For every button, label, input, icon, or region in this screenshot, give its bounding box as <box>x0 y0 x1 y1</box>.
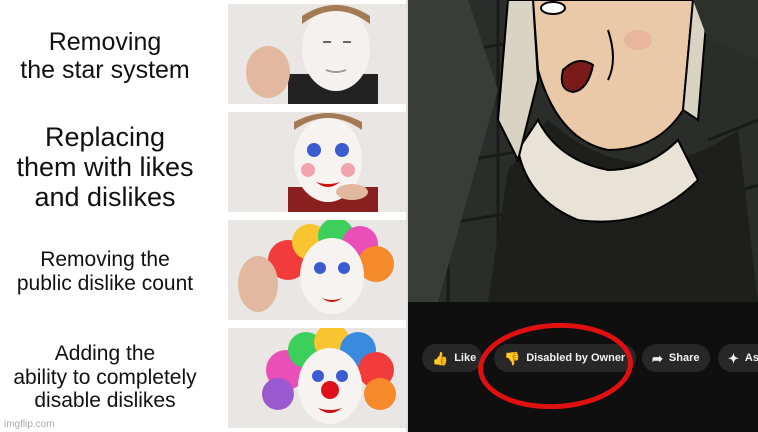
meme-row-1: Removing the star system <box>0 0 406 108</box>
caption-2: Replacing them with likes and dislikes <box>16 122 194 213</box>
ask-label: As <box>744 352 758 364</box>
thumbs-down-icon: 👎 <box>504 350 521 366</box>
caption-4: Adding the ability to completely disable… <box>13 342 197 413</box>
sparkle-icon: ✦ <box>728 350 739 366</box>
share-label: Share <box>668 352 700 364</box>
face-image-3 <box>228 220 406 320</box>
meme-row-3: Removing the public dislike count <box>0 216 406 324</box>
face-image-2 <box>228 112 406 212</box>
meme-row-4: Adding the ability to completely disable… <box>0 324 406 432</box>
video-action-bar: 👍 Like 👎 Disabled by Owner ➦ Share ✦ As <box>408 302 758 432</box>
imgflip-watermark: imgflip.com <box>4 419 55 430</box>
like-button[interactable]: 👍 Like <box>422 344 482 372</box>
thumbs-up-icon: 👍 <box>432 350 449 366</box>
share-arrow-icon: ➦ <box>652 350 663 366</box>
dislike-button[interactable]: 👎 Disabled by Owner <box>494 344 636 372</box>
video-screenshot: 👍 Like 👎 Disabled by Owner ➦ Share ✦ As <box>408 0 758 432</box>
caption-3: Removing the public dislike count <box>16 248 194 295</box>
face-image-1 <box>228 4 406 104</box>
ask-button[interactable]: ✦ As <box>718 344 758 372</box>
face-image-4 <box>228 328 406 428</box>
dislike-label: Disabled by Owner <box>526 352 626 364</box>
like-label: Like <box>454 352 477 364</box>
caption-1: Removing the star system <box>20 28 190 84</box>
meme-row-2: Replacing them with likes and dislikes <box>0 108 406 216</box>
cartoon-nun-image <box>408 0 758 302</box>
share-button[interactable]: ➦ Share <box>642 344 710 372</box>
clown-meme-panel: Removing the star system Replacing them … <box>0 0 406 432</box>
